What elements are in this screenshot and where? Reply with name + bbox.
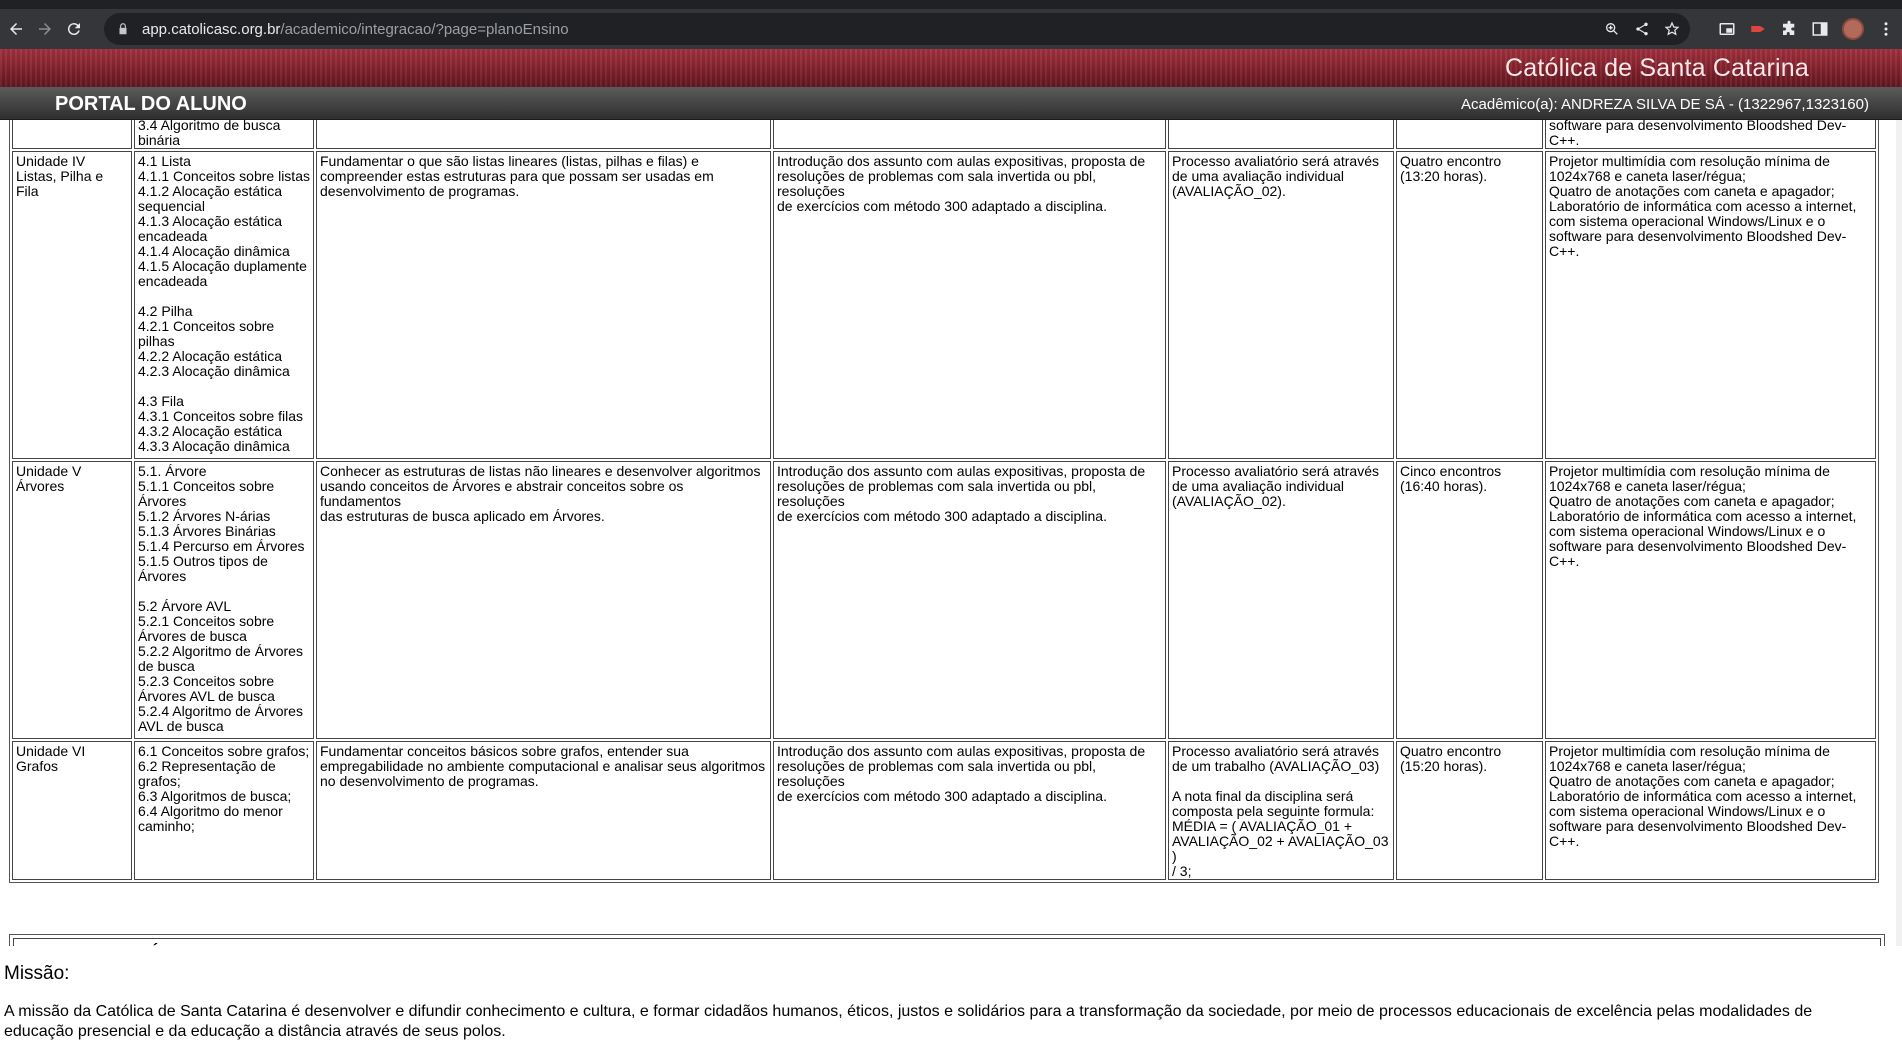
institution-name: Católica de Santa Catarina: [1505, 54, 1809, 82]
cast-icon[interactable]: [1718, 20, 1736, 38]
portal-bar: PORTAL DO ALUNO Acadêmico(a): ANDREZA SI…: [0, 87, 1902, 120]
time-cell: Quatro encontro (15:20 horas).: [1396, 741, 1543, 880]
evaluation-cell: Processo avaliatório será através de uma…: [1168, 461, 1394, 739]
unit-cell: Unidade V Árvores: [12, 461, 132, 739]
evaluation-cell: Processo avaliatório será através de uma…: [1168, 151, 1394, 459]
resources-cell: Laboratório de informática com acesso a …: [1545, 120, 1876, 149]
objective-cell: Conhecer as estruturas de listas não lin…: [316, 461, 771, 739]
back-icon[interactable]: [3, 16, 29, 42]
content-cell: 3.3 Algoritmo de busca indexada 3.4 Algo…: [134, 120, 314, 149]
time-cell: Cinco encontros (16:40 horas).: [1396, 461, 1543, 739]
table-row: Unidade V Árvores 5.1. Árvore 5.1.1 Conc…: [12, 461, 1876, 739]
content-cell: 4.1 Lista 4.1.1 Conceitos sobre listas 4…: [134, 151, 314, 459]
time-cell: [1396, 120, 1543, 149]
table-row: Unidade VI Grafos 6.1 Conceitos sobre gr…: [12, 741, 1876, 880]
lock-icon[interactable]: [116, 22, 130, 36]
address-bar[interactable]: app.catolicasc.org.br/academico/integrac…: [104, 13, 1690, 45]
extension-red-icon[interactable]: [1749, 20, 1767, 38]
methodology-cell: Introdução dos assunto com aulas exposit…: [773, 741, 1166, 880]
browser-toolbar: app.catolicasc.org.br/academico/integrac…: [0, 9, 1902, 49]
objective-cell: Fundamentar conceitos básicos sobre graf…: [316, 741, 771, 880]
methodology-cell: Introdução dos assunto com aulas exposit…: [773, 151, 1166, 459]
content-cell: 6.1 Conceitos sobre grafos; 6.2 Represen…: [134, 741, 314, 880]
table-row: 3.3 Algoritmo de busca indexada 3.4 Algo…: [12, 120, 1876, 149]
content-cell: 5.1. Árvore 5.1.1 Conceitos sobre Árvore…: [134, 461, 314, 739]
menu-dots-icon[interactable]: [1877, 20, 1895, 38]
evaluation-cell: Processo avaliatório será através de um …: [1168, 741, 1394, 880]
bibliography-title: BIBLIOGRAFIA BÁSICA: [13, 938, 1881, 946]
table-row: Unidade IV Listas, Pilha e Fila 4.1 List…: [12, 151, 1876, 459]
resources-cell: Projetor multimídia com resolução mínima…: [1545, 461, 1876, 739]
browser-tab-strip: [0, 0, 1902, 9]
teaching-plan-table: 3.3 Algoritmo de busca indexada 3.4 Algo…: [9, 120, 1879, 883]
time-cell: Quatro encontro (13:20 horas).: [1396, 151, 1543, 459]
objective-cell: Fundamentar o que são listas lineares (l…: [316, 151, 771, 459]
unit-cell: Unidade VI Grafos: [12, 741, 132, 880]
side-panel-icon[interactable]: [1811, 20, 1829, 38]
share-icon[interactable]: [1634, 21, 1650, 37]
mission-text: A missão da Católica de Santa Catarina é…: [4, 1003, 1813, 1040]
student-info: Acadêmico(a): ANDREZA SILVA DE SÁ - (132…: [1461, 96, 1869, 113]
unit-cell: [12, 120, 132, 149]
main-content: 3.3 Algoritmo de busca indexada 3.4 Algo…: [0, 120, 1902, 946]
content-scrollbar[interactable]: [1896, 120, 1902, 946]
zoom-icon[interactable]: [1604, 21, 1620, 37]
reload-icon[interactable]: [61, 16, 87, 42]
evaluation-cell: [1168, 120, 1394, 149]
extensions-puzzle-icon[interactable]: [1780, 20, 1798, 38]
url-path: /academico/integracao/?page=planoEnsino: [280, 20, 569, 38]
resources-cell: Projetor multimídia com resolução mínima…: [1545, 151, 1876, 459]
resources-cell: Projetor multimídia com resolução mínima…: [1545, 741, 1876, 880]
bookmark-star-icon[interactable]: [1664, 21, 1680, 37]
methodology-cell: [773, 120, 1166, 149]
portal-title: PORTAL DO ALUNO: [55, 93, 247, 115]
url-host: app.catolicasc.org.br: [142, 20, 281, 38]
forward-icon[interactable]: [32, 16, 58, 42]
methodology-cell: Introdução dos assunto com aulas exposit…: [773, 461, 1166, 739]
mission-title: Missão:: [4, 963, 70, 984]
unit-cell: Unidade IV Listas, Pilha e Fila: [12, 151, 132, 459]
institution-banner: Católica de Santa Catarina: [0, 49, 1902, 87]
bibliography-section: BIBLIOGRAFIA BÁSICA: [9, 934, 1885, 946]
objective-cell: [316, 120, 771, 149]
profile-avatar[interactable]: [1842, 18, 1864, 40]
